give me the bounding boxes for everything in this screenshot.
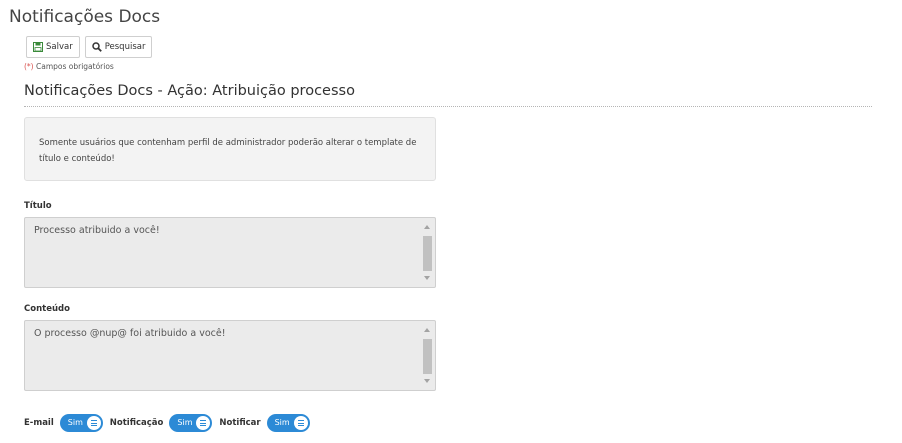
save-button-label: Salvar (46, 42, 73, 52)
email-toggle-state: Sim (67, 418, 83, 427)
titulo-label: Título (24, 201, 52, 211)
section-divider (24, 106, 872, 107)
magnifier-icon (91, 42, 102, 52)
scroll-thumb[interactable] (423, 339, 432, 374)
required-note-text: Campos obrigatórios (33, 62, 114, 71)
notificar-toggle-state: Sim (274, 418, 290, 427)
scroll-down-arrow-icon[interactable] (424, 276, 430, 280)
search-button[interactable]: Pesquisar (84, 36, 153, 58)
section-title: Notificações Docs - Ação: Atribuição pro… (24, 83, 355, 99)
scroll-up-arrow-icon[interactable] (424, 225, 430, 229)
notificacao-toggle-label: Notificação (109, 418, 164, 428)
scroll-down-arrow-icon[interactable] (424, 379, 430, 383)
conteudo-label: Conteúdo (24, 304, 70, 314)
page-title: Notificações Docs (9, 7, 161, 27)
toggle-handle-icon (86, 416, 101, 430)
notificacao-toggle-state: Sim (177, 418, 193, 427)
notificar-toggle-label: Notificar (219, 418, 261, 428)
toggle-row: E-mail Sim Notificação Sim Notificar Sim (24, 414, 317, 432)
notificacao-toggle[interactable]: Sim (169, 414, 213, 432)
notificar-toggle[interactable]: Sim (266, 414, 310, 432)
search-button-label: Pesquisar (104, 42, 146, 52)
titulo-value: Processo atribuido a você! (34, 225, 160, 236)
email-toggle-label: E-mail (24, 418, 54, 428)
info-alert: Somente usuários que contenham perfil de… (24, 117, 436, 181)
toolbar: Salvar Pesquisar (26, 36, 153, 58)
floppy-disk-icon (33, 42, 43, 52)
titulo-scrollbar[interactable] (421, 219, 434, 286)
scroll-thumb[interactable] (423, 236, 432, 271)
conteudo-scrollbar[interactable] (421, 322, 434, 389)
toggle-handle-icon (293, 416, 308, 430)
email-toggle[interactable]: Sim (59, 414, 103, 432)
conteudo-textarea[interactable]: O processo @nup@ foi atribuido a você! (24, 320, 436, 391)
info-alert-text: Somente usuários que contenham perfil de… (39, 138, 417, 164)
scroll-up-arrow-icon[interactable] (424, 328, 430, 332)
save-button[interactable]: Salvar (26, 36, 80, 58)
required-star: (*) (24, 62, 34, 71)
required-fields-note: (*) Campos obrigatórios (24, 62, 114, 71)
titulo-textarea[interactable]: Processo atribuido a você! (24, 217, 436, 288)
toggle-handle-icon (196, 416, 211, 430)
conteudo-value: O processo @nup@ foi atribuido a você! (34, 328, 226, 339)
